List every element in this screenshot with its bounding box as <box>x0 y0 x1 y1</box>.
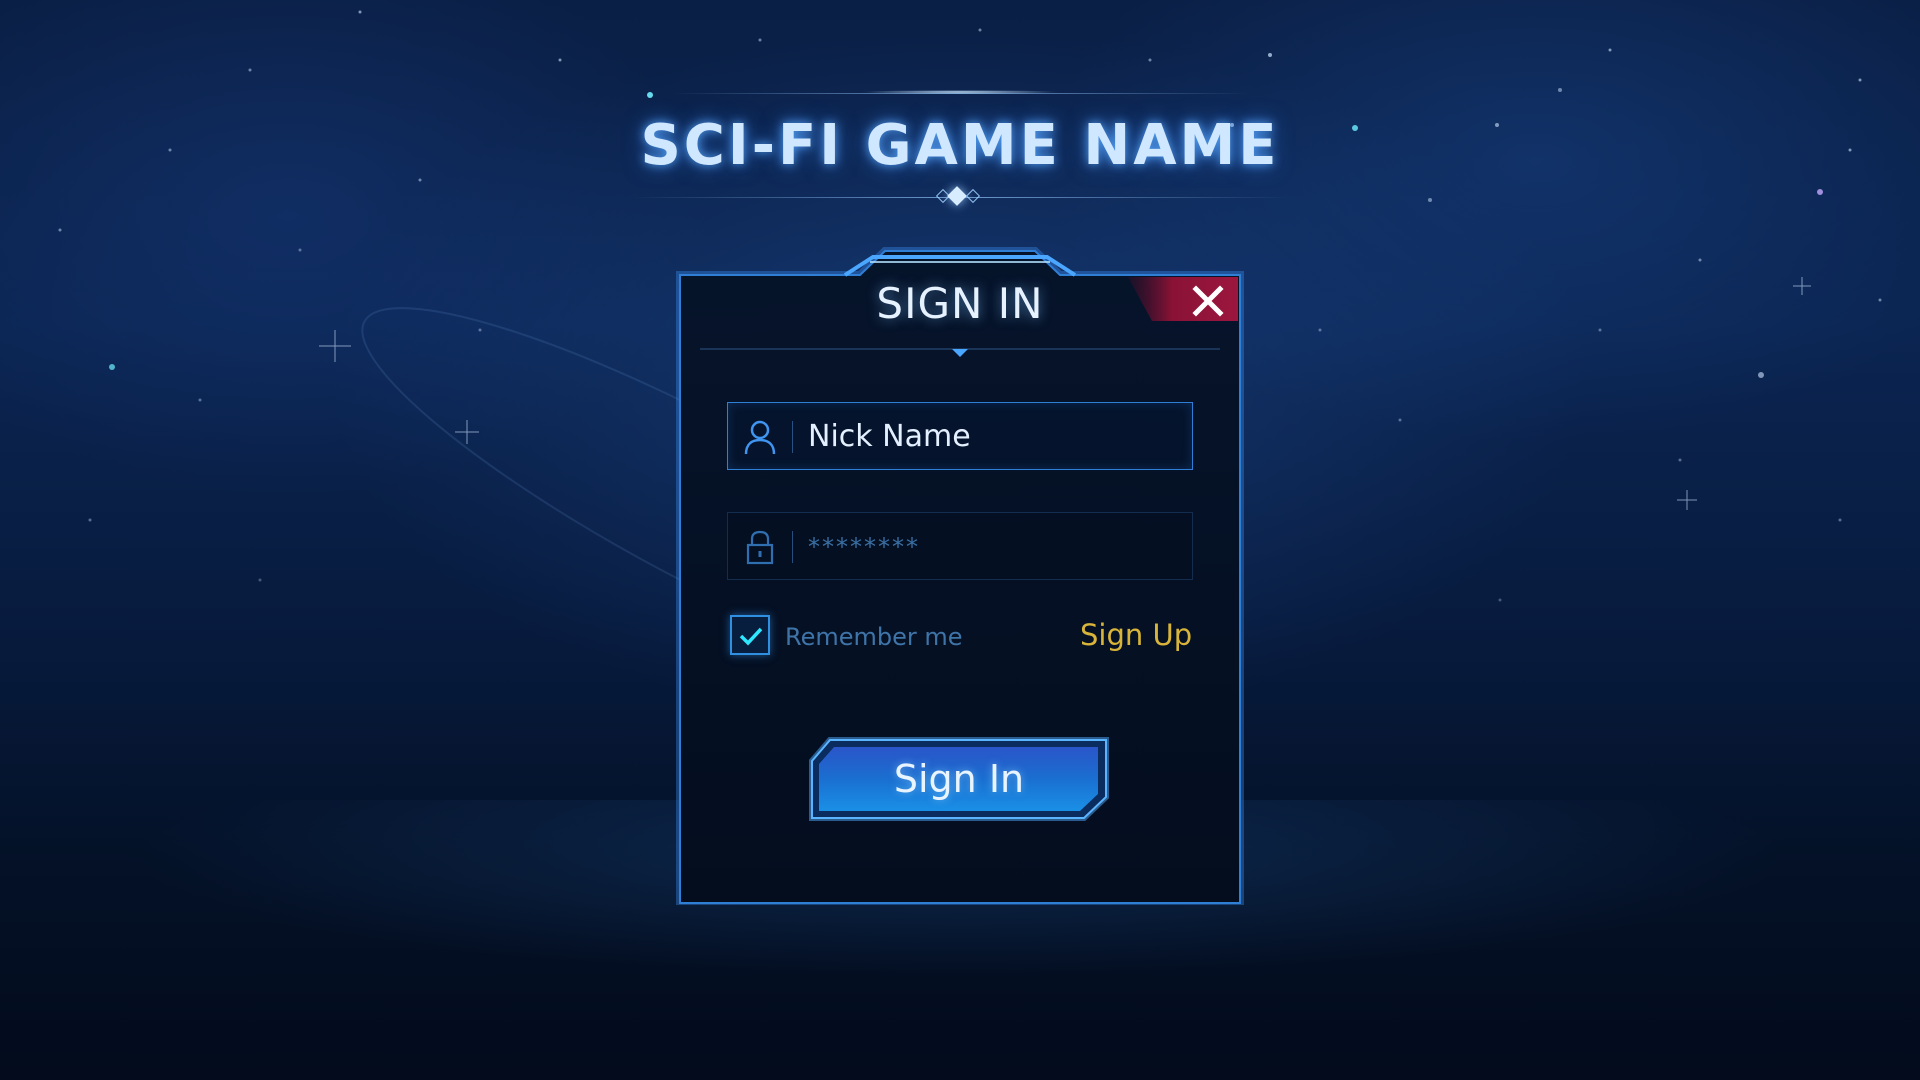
diamond-ornament-right <box>965 188 981 204</box>
lock-icon <box>746 530 774 565</box>
remember-me-checkbox[interactable] <box>730 615 770 655</box>
remember-me-label: Remember me <box>785 623 963 651</box>
sign-in-dialog: SIGN IN Nick Name ******** Remember me S… <box>670 247 1250 905</box>
field-separator <box>792 531 793 563</box>
sign-in-button[interactable]: Sign In <box>808 737 1110 821</box>
field-separator <box>792 421 793 453</box>
nickname-field[interactable]: Nick Name <box>727 402 1193 470</box>
remember-me-toggle[interactable]: Remember me <box>727 615 1027 659</box>
game-title-banner: SCI-FI GAME NAME <box>630 85 1290 215</box>
nickname-value[interactable]: Nick Name <box>808 419 971 454</box>
check-icon <box>739 627 763 646</box>
close-icon[interactable] <box>1190 283 1226 319</box>
diamond-ornament <box>947 186 967 206</box>
title-glow <box>860 90 1060 94</box>
sign-up-link[interactable]: Sign Up <box>1080 618 1192 652</box>
password-value[interactable]: ******** <box>808 533 920 561</box>
sign-in-button-label[interactable]: Sign In <box>808 757 1110 801</box>
game-title: SCI-FI GAME NAME <box>640 113 1280 178</box>
user-icon <box>744 420 776 455</box>
password-field[interactable]: ******** <box>727 512 1193 580</box>
